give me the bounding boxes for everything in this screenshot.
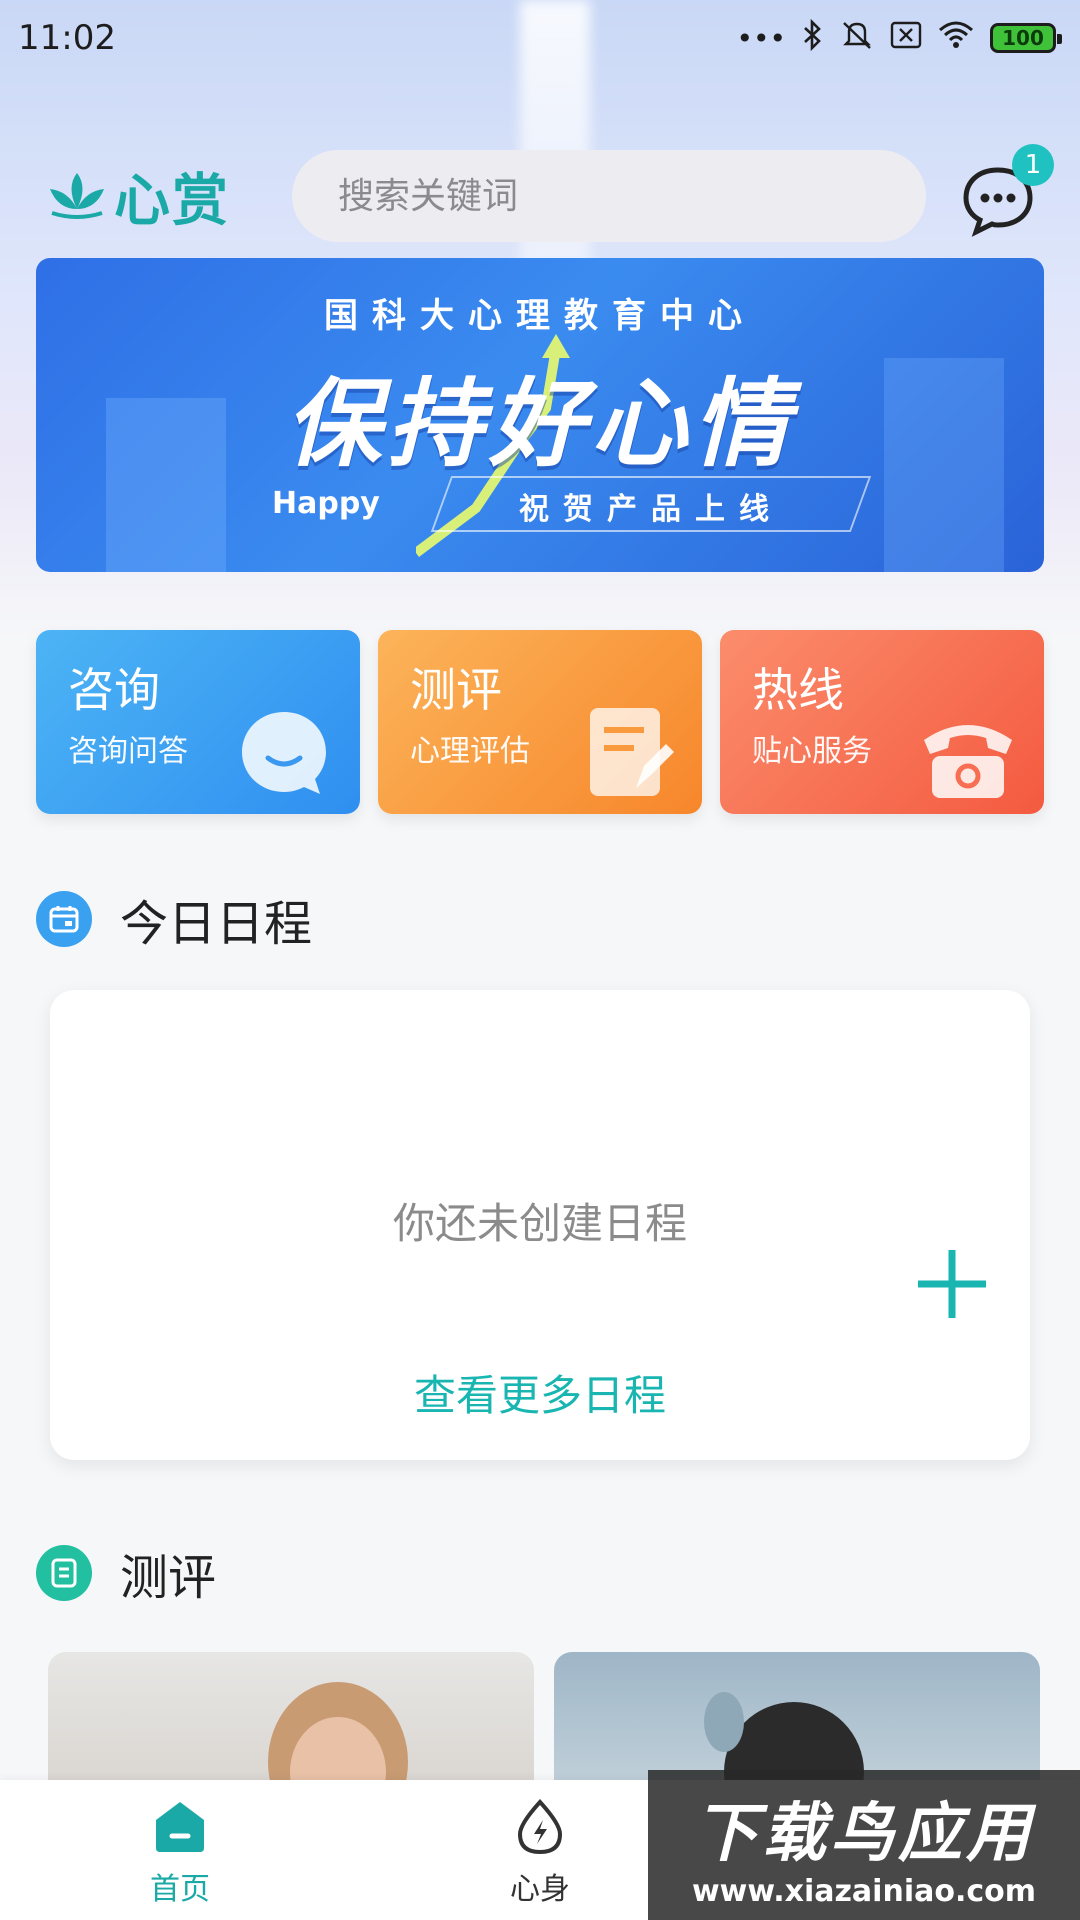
status-icons: ••• 100	[736, 18, 1062, 58]
hotline-card[interactable]: 热线 贴心服务	[720, 630, 1044, 814]
banner-tagline: 祝贺产品上线	[519, 492, 783, 527]
more-dots-icon: •••	[736, 21, 786, 55]
nav-home[interactable]: 首页	[100, 1798, 260, 1908]
schedule-section-title: 今日日程	[120, 896, 313, 952]
plus-icon	[918, 1250, 986, 1318]
search-bar[interactable]	[292, 150, 926, 242]
schedule-section-header: 今日日程	[36, 884, 312, 954]
home-screen: 11:02 ••• 100 心赏 搜索关键词 1 国科大心理教育中心 保持好心情…	[0, 0, 1080, 1920]
app-header: 心赏 1	[0, 140, 1080, 250]
energy-drop-icon	[517, 1799, 563, 1854]
hotline-card-title: 热线	[752, 663, 844, 717]
view-more-schedule-link[interactable]: 查看更多日程	[50, 1362, 1030, 1423]
status-time: 11:02	[18, 18, 116, 58]
watermark-title: 下载鸟应用	[694, 1796, 1034, 1871]
search-input[interactable]	[338, 175, 926, 217]
document-edit-icon	[590, 708, 674, 796]
assessment-section-header: 测评	[36, 1538, 216, 1608]
app-logo: 心赏	[46, 156, 230, 237]
banner-subtitle: 国科大心理教育中心	[324, 296, 756, 336]
nav-mind-body-label: 心身	[510, 1872, 570, 1907]
list-doc-icon	[36, 1545, 92, 1601]
home-icon	[156, 1802, 204, 1852]
message-badge: 1	[1012, 144, 1054, 186]
consult-card[interactable]: 咨询 咨询问答	[36, 630, 360, 814]
chat-bubble-icon	[242, 712, 326, 794]
battery-indicator: 100	[990, 23, 1062, 53]
status-bar: 11:02 ••• 100	[0, 0, 1080, 76]
telephone-icon	[924, 725, 1012, 798]
nav-mind-body[interactable]: 心身	[460, 1798, 620, 1908]
assessment-card[interactable]: 测评 心理评估	[378, 630, 702, 814]
nav-home-label: 首页	[150, 1872, 210, 1907]
calendar-icon	[36, 891, 92, 947]
sim-off-icon	[890, 20, 922, 57]
wifi-icon	[938, 20, 974, 57]
schedule-card: 你还未创建日程 查看更多日程	[50, 990, 1030, 1460]
quick-entry-cards: 咨询 咨询问答 测评 心理评估 热线 贴心服务	[36, 630, 1044, 814]
mute-bell-icon	[840, 19, 874, 58]
assessment-list	[48, 1652, 1040, 1802]
app-logo-text: 心赏	[114, 169, 230, 234]
add-schedule-button[interactable]	[916, 1248, 988, 1320]
bluetooth-icon	[802, 18, 824, 58]
site-watermark: 下载鸟应用 www.xiazainiao.com	[648, 1770, 1080, 1920]
watermark-url: www.xiazainiao.com	[691, 1873, 1037, 1909]
lotus-logo-icon	[46, 169, 108, 225]
banner-happy-text: Happy	[272, 486, 380, 521]
banner-title: 保持好心情	[285, 368, 795, 480]
schedule-empty-text: 你还未创建日程	[392, 1199, 687, 1248]
assessment-section-title: 测评	[120, 1550, 217, 1606]
promo-banner[interactable]: 国科大心理教育中心 保持好心情 Happy 祝贺产品上线	[36, 258, 1044, 572]
